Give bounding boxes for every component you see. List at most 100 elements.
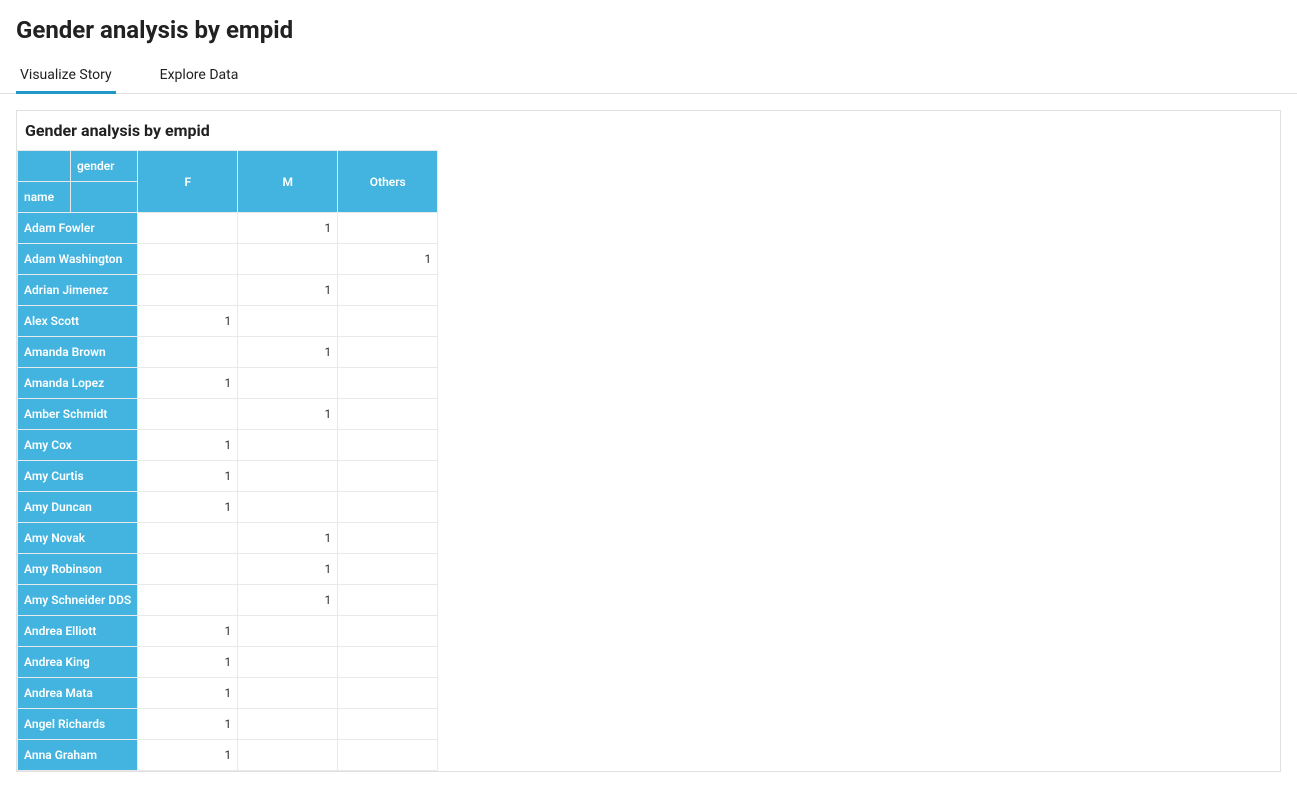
- tab-visualize-story[interactable]: Visualize Story: [16, 57, 116, 94]
- value-cell: [238, 709, 338, 740]
- value-cell: 1: [138, 616, 238, 647]
- value-cell: [238, 244, 338, 275]
- value-cell: [338, 368, 438, 399]
- row-header[interactable]: Adam Fowler: [18, 213, 138, 244]
- row-header[interactable]: Andrea Elliott: [18, 616, 138, 647]
- value-cell: [338, 740, 438, 771]
- value-cell: [338, 430, 438, 461]
- value-cell: [338, 306, 438, 337]
- card-title: Gender analysis by empid: [17, 111, 1280, 150]
- table-row: Alex Scott1: [18, 306, 438, 337]
- table-row: Amber Schmidt 1: [18, 399, 438, 430]
- value-cell: [338, 709, 438, 740]
- table-row: Amy Robinson 1: [18, 554, 438, 585]
- row-header[interactable]: Amanda Lopez: [18, 368, 138, 399]
- table-row: Amy Duncan1: [18, 492, 438, 523]
- table-row: Adam Fowler1: [18, 213, 438, 244]
- row-header[interactable]: Amanda Brown: [18, 337, 138, 368]
- value-cell: 1: [238, 399, 338, 430]
- value-cell: [138, 399, 238, 430]
- pivot-table: genderFMOthersnameAdam Fowler1Adam Washi…: [17, 150, 438, 771]
- row-header[interactable]: Angel Richards: [18, 709, 138, 740]
- value-cell: [138, 585, 238, 616]
- col-header-f[interactable]: F: [138, 151, 238, 213]
- row-header[interactable]: Adrian Jimenez: [18, 275, 138, 306]
- value-cell: [138, 275, 238, 306]
- table-row: Amy Schneider DDS 1: [18, 585, 438, 616]
- value-cell: [238, 430, 338, 461]
- value-cell: [138, 554, 238, 585]
- value-cell: [338, 399, 438, 430]
- value-cell: 1: [138, 678, 238, 709]
- value-cell: 1: [238, 585, 338, 616]
- value-cell: 1: [138, 492, 238, 523]
- row-header[interactable]: Amy Robinson: [18, 554, 138, 585]
- value-cell: 1: [238, 554, 338, 585]
- value-cell: [238, 740, 338, 771]
- row-header[interactable]: Amy Cox: [18, 430, 138, 461]
- tab-explore-data[interactable]: Explore Data: [156, 57, 243, 94]
- value-cell: [138, 244, 238, 275]
- pivot-card: Gender analysis by empid genderFMOthers n…: [16, 110, 1281, 772]
- table-row: Andrea Mata1: [18, 678, 438, 709]
- row-header[interactable]: Andrea Mata: [18, 678, 138, 709]
- value-cell: 1: [238, 275, 338, 306]
- value-cell: [138, 523, 238, 554]
- value-cell: [138, 213, 238, 244]
- table-row: Andrea King1: [18, 647, 438, 678]
- value-cell: [238, 678, 338, 709]
- content-area: Gender analysis by empid genderFMOthers n…: [0, 94, 1297, 788]
- value-cell: 1: [138, 709, 238, 740]
- value-cell: 1: [138, 368, 238, 399]
- table-row: Anna Graham1: [18, 740, 438, 771]
- page-title: Gender analysis by empid: [0, 0, 1297, 56]
- value-cell: 1: [138, 306, 238, 337]
- table-row: Angel Richards1: [18, 709, 438, 740]
- value-cell: [338, 616, 438, 647]
- col-header-others[interactable]: Others: [338, 151, 438, 213]
- table-row: Amy Novak 1: [18, 523, 438, 554]
- row-header[interactable]: Andrea King: [18, 647, 138, 678]
- row-header[interactable]: Adam Washington: [18, 244, 138, 275]
- value-cell: [338, 461, 438, 492]
- table-row: Amanda Lopez1: [18, 368, 438, 399]
- value-cell: [338, 554, 438, 585]
- value-cell: [238, 461, 338, 492]
- table-row: Amy Curtis1: [18, 461, 438, 492]
- value-cell: [338, 678, 438, 709]
- value-cell: 1: [238, 337, 338, 368]
- value-cell: [238, 368, 338, 399]
- corner-cell-top-left: [18, 151, 71, 182]
- row-header[interactable]: Alex Scott: [18, 306, 138, 337]
- value-cell: [338, 647, 438, 678]
- value-cell: 1: [138, 647, 238, 678]
- corner-cell-bottom-right: [70, 182, 137, 213]
- table-row: Adrian Jimenez 1: [18, 275, 438, 306]
- row-header[interactable]: Amy Novak: [18, 523, 138, 554]
- row-header[interactable]: Anna Graham: [18, 740, 138, 771]
- value-cell: 1: [338, 244, 438, 275]
- value-cell: 1: [238, 523, 338, 554]
- col-header-m[interactable]: M: [238, 151, 338, 213]
- value-cell: [238, 647, 338, 678]
- row-header[interactable]: Amber Schmidt: [18, 399, 138, 430]
- row-header[interactable]: Amy Schneider DDS: [18, 585, 138, 616]
- row-header[interactable]: Amy Curtis: [18, 461, 138, 492]
- value-cell: [338, 585, 438, 616]
- value-cell: [338, 523, 438, 554]
- row-header[interactable]: Amy Duncan: [18, 492, 138, 523]
- tab-bar: Visualize Story Explore Data: [0, 56, 1297, 94]
- value-cell: 1: [138, 430, 238, 461]
- value-cell: [138, 337, 238, 368]
- col-dim-label: gender: [70, 151, 137, 182]
- value-cell: [238, 492, 338, 523]
- table-row: Amanda Brown 1: [18, 337, 438, 368]
- value-cell: [338, 275, 438, 306]
- value-cell: [338, 492, 438, 523]
- value-cell: [338, 337, 438, 368]
- value-cell: [238, 306, 338, 337]
- row-dim-label: name: [18, 182, 71, 213]
- value-cell: 1: [138, 740, 238, 771]
- value-cell: [338, 213, 438, 244]
- table-row: Adam Washington 1: [18, 244, 438, 275]
